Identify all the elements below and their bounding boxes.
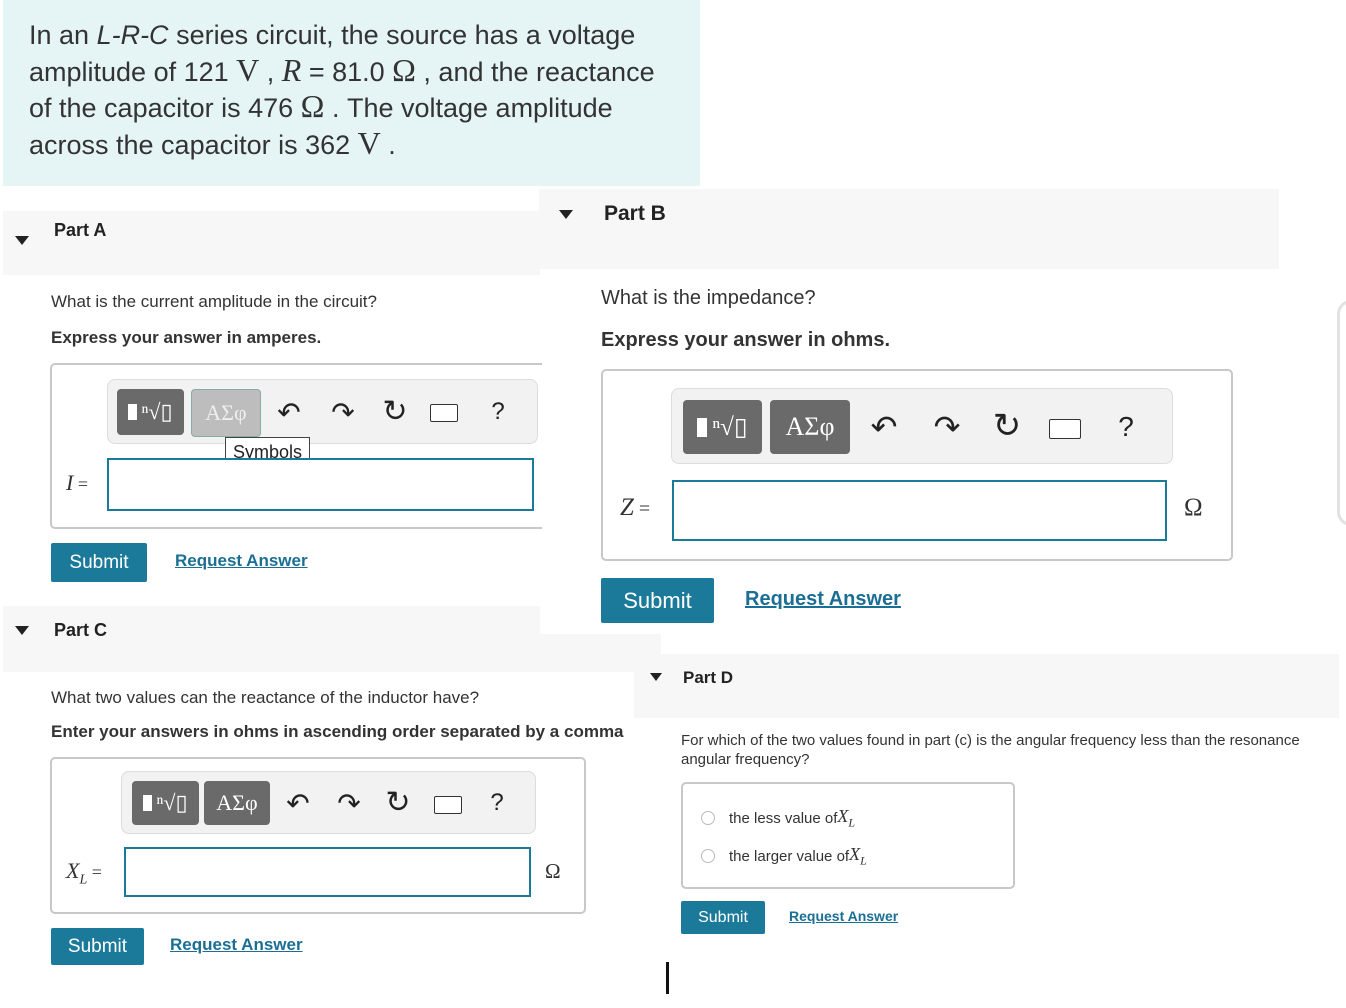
variable-symbol: X <box>849 844 861 864</box>
collapse-triangle-icon <box>650 673 662 681</box>
part-c-instruction: Enter your answers in ohms in ascending … <box>51 722 624 741</box>
radical-icon: ⁿ√▯ <box>156 790 188 815</box>
part-b-variable-label: Z = <box>620 494 650 522</box>
radical-icon: ⁿ√▯ <box>141 399 173 424</box>
part-d-option-larger[interactable]: the larger value of XL <box>701 844 867 869</box>
side-panel-handle[interactable] <box>1337 300 1346 526</box>
radio-button[interactable] <box>701 811 715 826</box>
collapse-triangle-icon <box>15 236 29 245</box>
part-d-submit-button[interactable]: Submit <box>681 901 765 934</box>
part-d-question: For which of the two values found in par… <box>681 732 1300 768</box>
collapse-triangle-icon <box>559 210 573 219</box>
part-b-title: Part B <box>604 202 666 225</box>
part-a-title: Part A <box>54 220 107 240</box>
part-d-options-box <box>681 782 1015 889</box>
variable-subscript: L <box>848 815 856 830</box>
reset-icon[interactable]: ↻ <box>988 406 1026 446</box>
part-c-request-answer-link[interactable]: Request Answer <box>170 935 303 955</box>
part-a-instruction: Express your answer in amperes. <box>51 328 322 347</box>
intro-text: = 81.0 <box>301 56 393 87</box>
equals-sign: = <box>87 862 102 882</box>
part-b-request-answer-link[interactable]: Request Answer <box>745 588 901 611</box>
part-d-header[interactable]: Part D <box>634 654 1339 718</box>
part-c-toolbar: ⁿ√▯ ΑΣφ ↶ ↷ ↻ ? <box>121 771 536 834</box>
part-b-toolbar: ⁿ√▯ ΑΣφ ↶ ↷ ↻ ? <box>671 388 1173 464</box>
variable-subscript: L <box>860 853 867 868</box>
redo-icon[interactable]: ↷ <box>327 396 359 428</box>
part-c-question: What two values can the reactance of the… <box>51 688 480 707</box>
radical-icon: ⁿ√▯ <box>712 414 748 441</box>
template-box-icon <box>128 404 138 420</box>
keyboard-icon[interactable] <box>1049 419 1081 439</box>
equals-sign: = <box>73 474 88 494</box>
unit-volt: V <box>357 124 381 161</box>
symbols-button[interactable]: ΑΣφ <box>770 400 850 454</box>
unit-ohm: Ω <box>300 88 325 124</box>
variable-symbol: X <box>837 806 849 826</box>
variable-symbol: X <box>66 858 80 883</box>
undo-icon[interactable]: ↶ <box>273 396 305 428</box>
symbols-button[interactable]: ΑΣφ <box>191 389 261 437</box>
undo-icon[interactable]: ↶ <box>282 787 314 819</box>
unit-ohm: Ω <box>392 51 416 88</box>
part-b-submit-button[interactable]: Submit <box>601 578 714 623</box>
part-b-header[interactable]: Part B <box>539 189 1279 269</box>
part-c-header[interactable]: Part C <box>3 606 540 672</box>
part-c-unit-ohm: Ω <box>545 859 561 883</box>
problem-statement: In an L-R-C series circuit, the source h… <box>3 0 700 186</box>
circuit-type: L-R-C <box>96 20 169 50</box>
keyboard-icon[interactable] <box>430 404 458 422</box>
resistance-symbol: R <box>281 51 302 88</box>
part-c-title: Part C <box>54 620 108 640</box>
part-b-unit-ohm: Ω <box>1184 494 1203 521</box>
variable-symbol: Z <box>620 494 634 521</box>
templates-button[interactable]: ⁿ√▯ <box>132 781 199 825</box>
templates-button[interactable]: ⁿ√▯ <box>117 389 184 435</box>
help-icon[interactable]: ? <box>485 396 511 428</box>
part-a-question: What is the current amplitude in the cir… <box>51 292 377 311</box>
part-a-submit-button[interactable]: Submit <box>51 543 147 582</box>
equals-sign: = <box>633 498 651 520</box>
reset-icon[interactable]: ↻ <box>378 394 412 428</box>
part-c-answer-input[interactable] <box>124 847 531 897</box>
text-cursor <box>666 962 669 994</box>
part-a-variable-label: I = <box>66 470 88 496</box>
symbols-button[interactable]: ΑΣφ <box>204 781 270 825</box>
intro-text: , <box>259 56 282 87</box>
option-label: the less value of <box>729 809 838 827</box>
redo-icon[interactable]: ↷ <box>333 787 365 819</box>
part-a-answer-input[interactable] <box>107 458 534 511</box>
collapse-triangle-icon <box>15 626 29 635</box>
part-c-variable-label: XL = <box>66 858 102 888</box>
templates-button[interactable]: ⁿ√▯ <box>683 400 762 454</box>
help-icon[interactable]: ? <box>484 787 510 819</box>
part-d-option-less[interactable]: the less value of XL <box>701 806 855 831</box>
radio-button[interactable] <box>701 849 715 864</box>
template-box-icon <box>143 795 153 811</box>
keyboard-icon[interactable] <box>434 796 462 814</box>
intro-text: . <box>380 129 396 160</box>
undo-icon[interactable]: ↶ <box>866 408 902 446</box>
part-c-submit-button[interactable]: Submit <box>51 928 144 965</box>
part-a-header[interactable]: Part A <box>3 211 540 275</box>
part-d-request-answer-link[interactable]: Request Answer <box>789 908 898 924</box>
reset-icon[interactable]: ↻ <box>381 785 415 819</box>
intro-text: In an <box>29 20 97 50</box>
part-b-answer-input[interactable] <box>672 480 1167 541</box>
unit-volt: V <box>236 51 260 88</box>
part-a-request-answer-link[interactable]: Request Answer <box>175 551 308 571</box>
part-d-title: Part D <box>683 668 734 687</box>
template-box-icon <box>697 417 708 437</box>
part-a-toolbar: ⁿ√▯ ΑΣφ ↶ ↷ ↻ ? <box>107 379 538 444</box>
redo-icon[interactable]: ↷ <box>929 408 965 446</box>
part-b-question: What is the impedance? <box>601 287 816 309</box>
help-icon[interactable]: ? <box>1112 408 1140 446</box>
part-b-instruction: Express your answer in ohms. <box>601 329 890 351</box>
option-label: the larger value of <box>729 847 850 865</box>
